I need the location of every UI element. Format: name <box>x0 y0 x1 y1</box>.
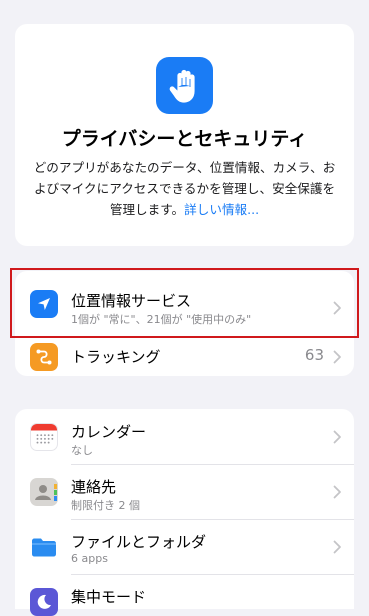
learn-more-link[interactable]: 詳しい情報... <box>184 202 259 217</box>
focus-moon-icon <box>30 588 58 616</box>
row-subtitle: 1個が "常に"、21個が "使用中のみ" <box>71 313 252 326</box>
privacy-header-card: プライバシーとセキュリティ どのアプリがあなたのデータ、位置情報、カメラ、および… <box>15 24 354 246</box>
calendar-icon <box>30 423 58 451</box>
chevron-right-icon <box>333 301 341 315</box>
privacy-group-location: 位置情報サービス 1個が "常に"、21個が "使用中のみ" トラッキング 63 <box>15 271 354 376</box>
row-title: 連絡先 <box>71 478 117 496</box>
tracking-icon <box>30 343 58 371</box>
hand-raised-icon <box>156 57 213 114</box>
tracking-count: 63 <box>304 346 324 364</box>
chevron-right-icon <box>333 430 341 444</box>
page-description: どのアプリがあなたのデータ、位置情報、カメラ、およびマイクにアクセスできるかを管… <box>29 157 340 220</box>
files-and-folders-row[interactable]: ファイルとフォルダ 6 apps <box>15 520 354 574</box>
folder-icon <box>30 533 58 561</box>
row-title: 位置情報サービス <box>71 292 192 310</box>
row-title: 集中モード <box>71 588 147 606</box>
contacts-icon <box>30 478 58 506</box>
focus-row[interactable]: 集中モード <box>15 575 354 616</box>
page-title: プライバシーとセキュリティ <box>61 128 308 150</box>
privacy-group-data: カレンダー なし 連絡先 制限付き 2 個 ファイルとフォルダ 6 apps 集… <box>15 409 354 616</box>
row-subtitle: なし <box>71 444 93 457</box>
tracking-row[interactable]: トラッキング 63 <box>15 338 354 376</box>
row-subtitle: 6 apps <box>71 552 108 565</box>
contacts-row[interactable]: 連絡先 制限付き 2 個 <box>15 465 354 519</box>
row-title: トラッキング <box>71 348 161 366</box>
row-title: ファイルとフォルダ <box>71 533 207 551</box>
calendar-row[interactable]: カレンダー なし <box>15 409 354 464</box>
location-services-row[interactable]: 位置情報サービス 1個が "常に"、21個が "使用中のみ" <box>15 271 354 330</box>
location-arrow-icon <box>30 290 58 318</box>
row-subtitle: 制限付き 2 個 <box>71 499 140 512</box>
chevron-right-icon <box>333 350 341 364</box>
row-title: カレンダー <box>71 423 147 441</box>
chevron-right-icon <box>333 540 341 554</box>
chevron-right-icon <box>333 485 341 499</box>
